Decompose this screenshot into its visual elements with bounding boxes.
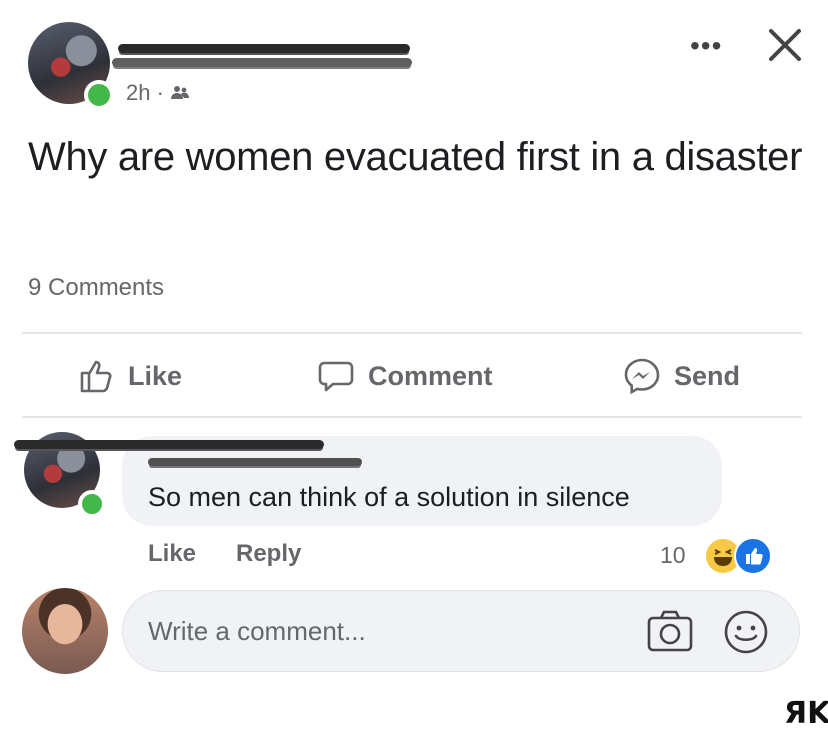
like-label: Like [128,360,183,391]
divider [22,416,802,418]
thumbs-up-icon [80,360,112,393]
online-status-dot [78,490,106,518]
comments-count[interactable]: 9 Comments [28,274,164,302]
divider [22,332,802,334]
more-options-icon[interactable]: ••• [690,30,722,62]
watermark: ЯK [784,696,828,731]
close-icon[interactable] [766,26,804,64]
comment-bubble-icon [318,361,354,392]
emoji-icon[interactable] [722,608,770,656]
like-button[interactable]: Like [76,356,182,396]
camera-icon[interactable] [646,608,694,654]
redacted-author-name-stroke [112,58,412,67]
post-time[interactable]: 2h · [126,80,164,106]
current-user-avatar [22,588,108,674]
send-label: Send [674,360,741,391]
reaction-count[interactable]: 10 [660,542,686,569]
redacted-commenter-name [14,440,324,449]
send-button[interactable]: Send [622,356,740,396]
like-reaction-icon [734,537,772,575]
comment-like-button[interactable]: Like [148,540,196,568]
online-status-dot [84,80,114,110]
redacted-commenter-name-stroke [148,458,362,466]
post-meta: 2h · [126,80,190,106]
comment-input-placeholder[interactable]: Write a comment... [148,616,366,647]
messenger-icon [624,358,660,395]
friends-audience-icon [170,86,189,99]
redacted-author-name [118,44,410,53]
comment-button[interactable]: Comment [316,356,493,396]
comment-reply-button[interactable]: Reply [236,540,301,568]
comment-text: So men can think of a solution in silenc… [148,482,630,512]
comment-label: Comment [368,360,493,391]
post-text: Why are women evacuated first in a disas… [28,135,803,179]
